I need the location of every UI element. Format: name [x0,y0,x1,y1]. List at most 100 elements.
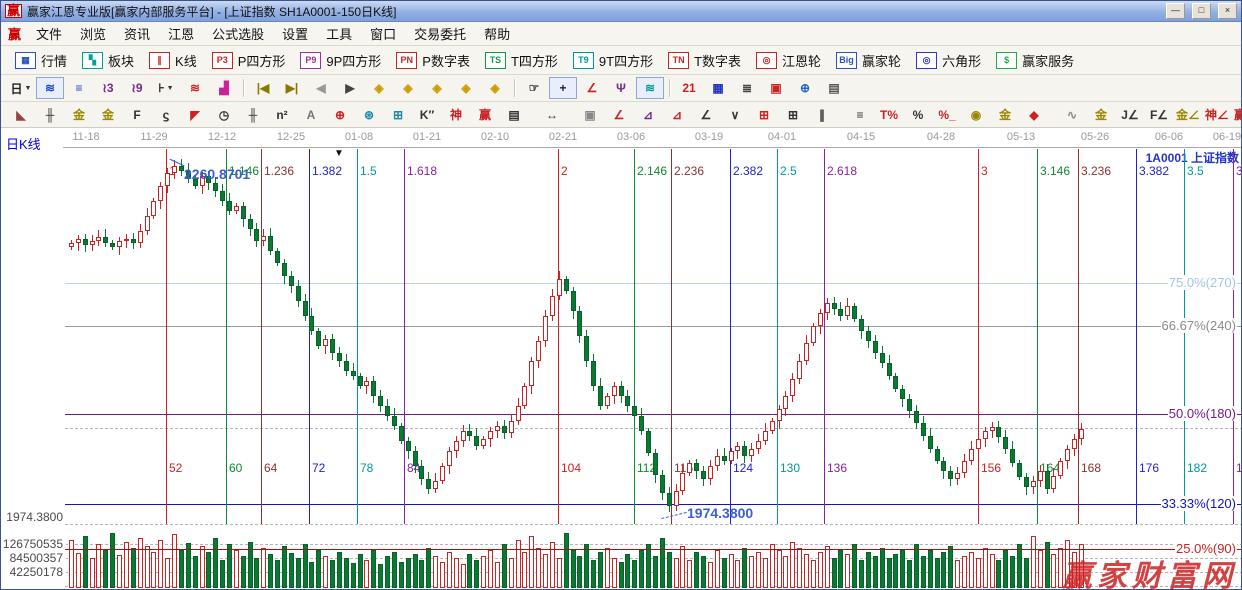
percent-line-tool[interactable]: %_ [933,104,961,126]
hand-button[interactable]: ☞ [520,77,548,99]
notes-button[interactable]: ≣ [733,77,761,99]
next-button[interactable]: ▶ [336,77,364,99]
menu-item-5[interactable]: 设置 [273,21,317,46]
grid-arrow-tool[interactable]: ⊞ [779,104,807,126]
grid-red-tool[interactable]: ⊞ [750,104,778,126]
gann-circle-tool[interactable]: ⊕ [326,104,354,126]
coil-tool[interactable]: ϛ [152,104,180,126]
v-wave-tool[interactable]: ∨ [721,104,749,126]
ruler-tool[interactable]: ▤ [500,104,528,126]
grid-web-tool[interactable]: ⊞ [384,104,412,126]
j-angle-tool[interactable]: J∠ [1116,104,1144,126]
menu-item-9[interactable]: 帮助 [475,21,519,46]
print-button[interactable]: ▤ [820,77,848,99]
t-square-button[interactable]: TST四方形 [479,48,564,73]
minimize-button[interactable]: — [1166,3,1185,19]
t-number-button[interactable]: TNT数字表 [662,48,747,73]
kline-button[interactable]: ∥K线 [143,48,203,73]
menu-item-3[interactable]: 江恩 [159,21,203,46]
fan-red-tool[interactable]: ∠ [605,104,633,126]
star-web-tool[interactable]: ⊛ [355,104,383,126]
prev-button[interactable]: ◀ [307,77,335,99]
candle-tool-button-dropdown-icon[interactable]: ▼ [167,85,174,92]
gold-gate-tool[interactable]: 金 [65,104,93,126]
shen-angle-tool[interactable]: 神∠ [1203,104,1231,126]
diamond-compress-button[interactable]: ◈ [452,77,480,99]
calendar-button[interactable]: 21 [675,77,703,99]
calculator-button[interactable]: ▦ [704,77,732,99]
shen-marks-tool[interactable]: 神 [442,104,470,126]
menu-item-6[interactable]: 工具 [317,21,361,46]
k-note-tool[interactable]: K″ [413,104,441,126]
diamond-right-button[interactable]: ◈ [394,77,422,99]
pattern-teal-button[interactable]: ≋ [636,77,664,99]
volume-profile-button[interactable]: ▟ [210,77,238,99]
width-measure-tool[interactable]: ↔ [538,104,566,126]
win-angle-tool[interactable]: 赢∠ [1232,104,1242,126]
parallel-lines-tool[interactable]: ∥ [808,104,836,126]
menu-item-1[interactable]: 浏览 [71,21,115,46]
pattern-red-button[interactable]: ≋ [181,77,209,99]
wave-9-button[interactable]: ≀9 [123,77,151,99]
info-list-button[interactable]: ≡ [65,77,93,99]
first-page-button[interactable]: |◀ [249,77,277,99]
angle-channel-tool[interactable]: A [297,104,325,126]
menu-item-8[interactable]: 交易委托 [405,21,475,46]
gold-line-tool[interactable]: 金 [991,104,1019,126]
zoom-pattern-button[interactable]: ≋ [36,77,64,99]
kline-style-button-dropdown-icon[interactable]: ▼ [25,85,32,92]
gold-circle-tool[interactable]: ◉ [962,104,990,126]
wave-3-button[interactable]: ≀3 [94,77,122,99]
candle-tool-button[interactable]: ⊦▼ [152,77,180,99]
menu-item-4[interactable]: 公式选股 [203,21,273,46]
t9-square-button[interactable]: T99T四方形 [567,48,659,73]
n-square-tool[interactable]: n² [268,104,296,126]
diamond-left-button[interactable]: ◈ [365,77,393,99]
gold-gate2-tool[interactable]: 金 [94,104,122,126]
hexagon-button[interactable]: ◎六角形 [910,48,987,73]
menu-item-7[interactable]: 窗口 [361,21,405,46]
time-marks2-tool[interactable]: ╫ [239,104,267,126]
time-marks-tool[interactable]: ╫ [36,104,64,126]
ink-tool[interactable]: ◆ [1020,104,1048,126]
gann-wheel-button[interactable]: ◎江恩轮 [750,48,827,73]
gold-underline-tool[interactable]: 金 [1087,104,1115,126]
winner-service-button[interactable]: $赢家服务 [990,48,1080,73]
p-square-button[interactable]: P3P四方形 [206,48,292,73]
trendline-button[interactable]: ∠ [578,77,606,99]
fan-box-tool[interactable]: ⊿ [634,104,662,126]
last-page-button[interactable]: ▶| [278,77,306,99]
p-number-button[interactable]: PNP数字表 [390,48,476,73]
sector-button[interactable]: ▚板块 [76,48,140,73]
menu-item-0[interactable]: 文件 [27,21,71,46]
diamond-expand-button[interactable]: ◈ [423,77,451,99]
win-marks-tool[interactable]: 赢 [471,104,499,126]
gold-angle-tool[interactable]: 金∠ [1174,104,1202,126]
close-button[interactable]: × [1218,3,1237,19]
menu-item-2[interactable]: 资讯 [115,21,159,46]
a-wave-tool[interactable]: ∿ [1058,104,1086,126]
rays-tool[interactable]: ∠ [692,104,720,126]
p9-square-button[interactable]: P99P四方形 [294,48,387,73]
levels-tool[interactable]: ≡ [846,104,874,126]
diamond-4way-button[interactable]: ◈ [481,77,509,99]
gann-clock-tool[interactable]: ◷ [210,104,238,126]
box-select-tool[interactable]: ▣ [576,104,604,126]
save-button[interactable]: ▣ [762,77,790,99]
volume-bar [158,540,163,588]
winner-wheel-button[interactable]: Big赢家轮 [830,48,907,73]
percent-tool[interactable]: % [904,104,932,126]
fan-box2-tool[interactable]: ⊿ [663,104,691,126]
f-gate-tool[interactable]: F [123,104,151,126]
red-eraser-tool[interactable]: ◤ [181,104,209,126]
kline-style-button[interactable]: 日▼ [7,77,35,99]
f-angle-tool[interactable]: F∠ [1145,104,1173,126]
quote-button[interactable]: ▦行情 [9,48,73,73]
web-button[interactable]: ⊕ [791,77,819,99]
maximize-button[interactable]: □ [1192,3,1211,19]
gann-tool-button[interactable]: Ψ [607,77,635,99]
eraser-tool[interactable]: ◣ [7,104,35,126]
volume-bar [200,546,205,588]
crosshair-button[interactable]: + [549,77,577,99]
t-percent-tool[interactable]: T% [875,104,903,126]
